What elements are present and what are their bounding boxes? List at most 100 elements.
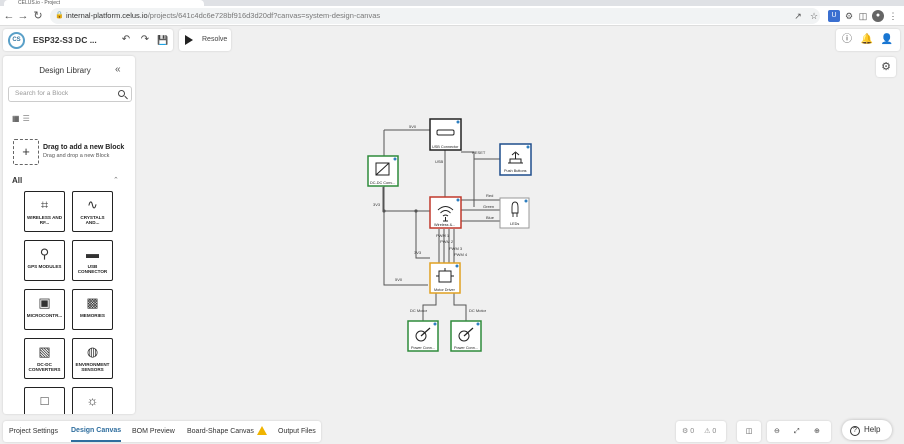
node-motor-driver[interactable]: Motor Driver [429, 262, 461, 294]
bell-icon[interactable]: 🔔 [860, 33, 874, 47]
library-title: Design Library [39, 66, 91, 75]
search-icon[interactable] [118, 90, 125, 97]
wire-label-red: Red [486, 193, 493, 198]
block-partial-1[interactable]: □ [24, 387, 65, 414]
url-path: /projects/641c4dc6e728bf916d3d20df?canva… [147, 11, 381, 20]
lock-icon: 🔒 [55, 12, 64, 19]
node-push-buttons[interactable]: Push Buttons [499, 143, 532, 176]
junction-dot [414, 209, 418, 213]
node-label: LEDs [510, 222, 519, 226]
resolve-button[interactable]: Resolve [179, 29, 231, 51]
tab-project-settings[interactable]: Project Settings [9, 421, 58, 442]
node-label: Motor Driver [434, 288, 456, 292]
node-leds[interactable]: LEDs [499, 197, 530, 229]
block-label: ENVIRONMENT SENSORS [75, 362, 110, 373]
collapse-panel-icon[interactable]: « [115, 64, 121, 75]
design-canvas[interactable]: 5V0 USB RESET 3V3 Red Green Blue PWM 1 P… [136, 55, 904, 419]
bottom-bar: Project Settings Design Canvas BOM Previ… [0, 420, 904, 444]
block-dcdc[interactable]: ▧ DC-DC CONVERTERS [24, 338, 65, 379]
zoom-out-icon[interactable]: ⊖ [774, 421, 780, 442]
node-usb-connector[interactable]: USB Connector [429, 118, 462, 151]
wire-label-pwm3: PWM 3 [449, 246, 463, 251]
wire-label-5v0-top: 5V0 [409, 124, 417, 129]
sidebar-icon[interactable]: ◫ [857, 10, 869, 22]
warning-small-icon: ⚠ [704, 428, 711, 435]
block-microcontrollers[interactable]: ▣ MICROCONTR... [24, 289, 65, 330]
block-environment[interactable]: ◍ ENVIRONMENT SENSORS [72, 338, 113, 379]
chevron-up-icon[interactable]: ⌃ [113, 176, 119, 184]
drag-subtitle: Drag and drop a new Block [43, 153, 110, 159]
dcdc-icon: ▧ [38, 344, 51, 359]
grid-view-icon[interactable]: ▦ [12, 114, 20, 123]
project-card: CS ESP32-S3 DC ... ↶ ↷ 💾 [3, 29, 173, 51]
help-circle-icon[interactable]: ⓘ [840, 33, 854, 47]
wire-label-pwm1: PWM 1 [436, 233, 450, 238]
wire-5v0-left-trunk [383, 130, 428, 286]
block-crystals[interactable]: ∿ CRYSTALS AND... [72, 191, 113, 232]
canvas-tabs: Project Settings Design Canvas BOM Previ… [3, 421, 321, 442]
wire-dc-motor-2 [453, 293, 467, 321]
help-button[interactable]: ? Help [842, 420, 892, 440]
sensor-icon: ◍ [86, 344, 99, 359]
address-bar[interactable]: 🔒 internal-platform.celus.io/projects/64… [50, 8, 820, 24]
redo-icon[interactable]: ↷ [138, 33, 152, 47]
url-host: internal-platform.celus.io [66, 11, 148, 20]
design-library-panel: Design Library « Search for a Block ▦ ☰ +… [3, 56, 135, 414]
zoom-in-icon[interactable]: ⊕ [814, 421, 820, 442]
resolve-label: Resolve [202, 36, 228, 43]
memory-icon: ▩ [86, 295, 99, 310]
avatar[interactable]: ● [872, 10, 884, 22]
block-partial-2[interactable]: ☼ [72, 387, 113, 414]
star-icon[interactable]: ☆ [808, 10, 820, 22]
undo-icon[interactable]: ↶ [119, 33, 133, 47]
wire-reset-vertical [461, 151, 475, 207]
project-name[interactable]: ESP32-S3 DC ... [33, 29, 97, 51]
puzzle-icon[interactable]: ⚙ [843, 10, 855, 22]
wire-label-green: Green [483, 204, 494, 209]
add-block-dropzone[interactable]: + [13, 139, 39, 165]
section-all-label[interactable]: All [12, 176, 22, 185]
browser-menu-icon[interactable]: ⋮ [887, 10, 899, 22]
node-label: USB Connector [432, 145, 459, 149]
app-header: CS ESP32-S3 DC ... ↶ ↷ 💾 Resolve ⓘ 🔔 👤 [0, 26, 904, 54]
tab-board-shape-canvas[interactable]: Board-Shape Canvas [187, 421, 254, 442]
block-search-input[interactable]: Search for a Block [8, 86, 132, 102]
wire-label-dc-motor-1: DC Motor [410, 308, 428, 313]
forward-icon[interactable]: → [16, 9, 30, 23]
error-icon: ⚙ [682, 428, 689, 435]
tab-design-canvas[interactable]: Design Canvas [71, 421, 122, 442]
issue-counters[interactable]: ⚙ 0 ⚠ 0 [676, 421, 726, 442]
block-label: MICROCONTR... [26, 313, 63, 318]
user-icon[interactable]: 👤 [880, 33, 894, 47]
wire-label-5v0-bottom: 5V0 [395, 277, 403, 282]
node-wireless[interactable]: Wireless &... [429, 196, 462, 229]
reload-icon[interactable]: ↻ [31, 9, 45, 23]
extension-icon[interactable]: U [828, 10, 840, 22]
block-gps[interactable]: ⚲ GPS MODULES [24, 240, 65, 281]
block-wireless[interactable]: ⌗ WIRELESS AND RF... [24, 191, 65, 232]
bulb-icon: ☼ [86, 393, 99, 408]
node-label: Power Conn... [454, 346, 478, 350]
wire-label-3v3-left: 3V3 [373, 202, 381, 207]
share-icon[interactable]: ↗ [792, 10, 804, 22]
back-icon[interactable]: ← [2, 9, 16, 23]
block-usb[interactable]: ▬ USB CONNECTOR [72, 240, 113, 281]
node-power-connector-2[interactable]: Power Conn... [450, 320, 482, 352]
wire-label-reset: RESET [472, 150, 486, 155]
block-memories[interactable]: ▩ MEMORIES [72, 289, 113, 330]
wire-label-blue: Blue [486, 215, 495, 220]
wire-label-usb: USB [435, 159, 444, 164]
list-view-icon[interactable]: ☰ [23, 114, 30, 123]
celus-logo: CS [8, 32, 25, 49]
crystal-icon: ∿ [87, 197, 98, 212]
block-label: USB CONNECTOR [77, 264, 108, 275]
node-power-connector-1[interactable]: Power Conn... [407, 320, 439, 352]
tab-output-files[interactable]: Output Files [278, 421, 316, 442]
map-icon[interactable]: ◫ [737, 421, 761, 442]
wire-label-3v3-mid: 3V3 [414, 250, 422, 255]
fit-screen-icon[interactable]: ⤢ [794, 421, 800, 442]
node-dcdc-converter[interactable]: DC-DC Conv... [367, 155, 399, 187]
save-icon[interactable]: 💾 [156, 33, 170, 47]
tab-bom-preview[interactable]: BOM Preview [132, 421, 175, 442]
block-label: DC-DC CONVERTERS [28, 362, 61, 373]
